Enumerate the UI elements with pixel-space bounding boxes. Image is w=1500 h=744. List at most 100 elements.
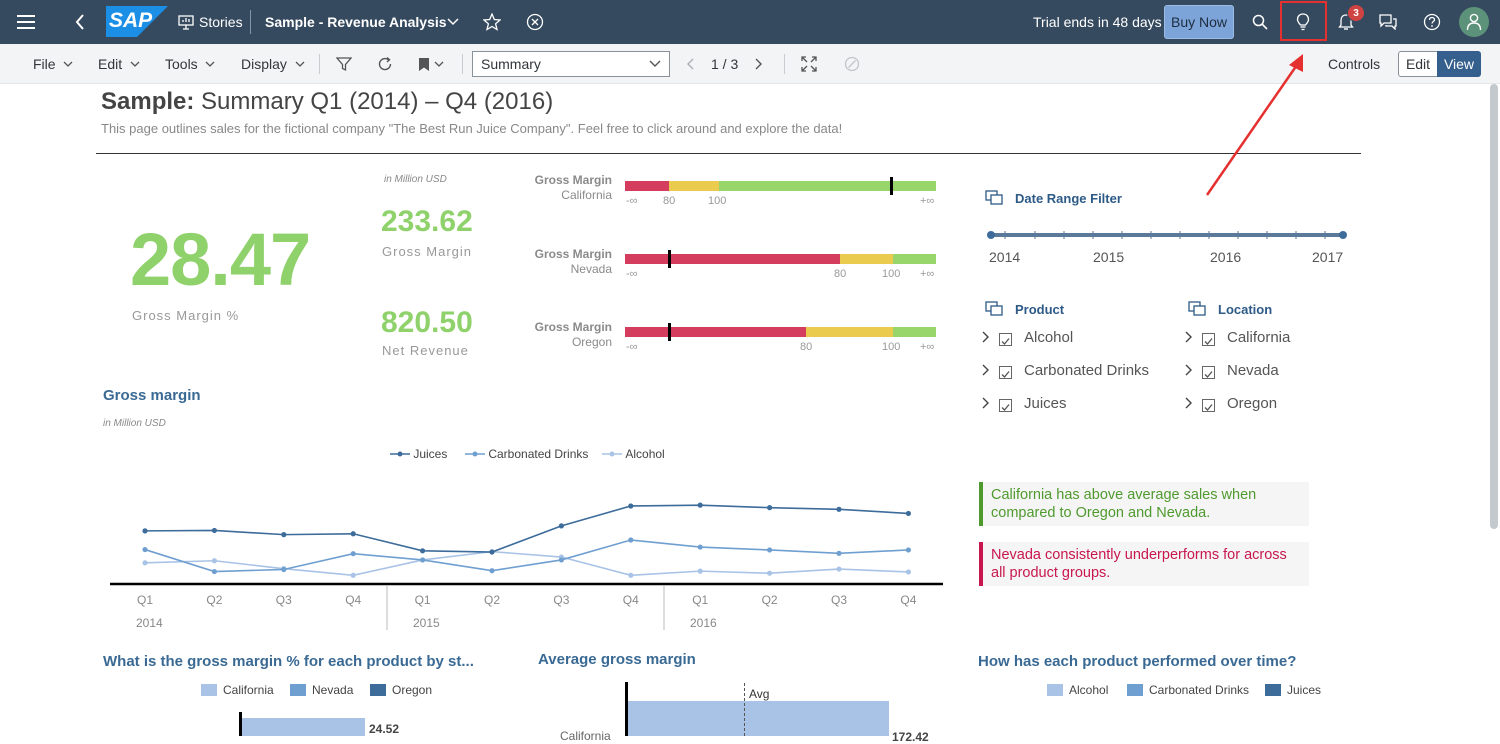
page-select[interactable]: Summary xyxy=(472,51,670,77)
data-point-alcohol[interactable] xyxy=(350,572,356,578)
legend-item-juices[interactable]: Juices xyxy=(390,447,447,461)
location-item[interactable]: California xyxy=(1227,329,1290,346)
date-range-slider[interactable] xyxy=(985,226,1350,246)
chevron-right-icon[interactable] xyxy=(981,331,991,343)
data-point-carbonated-drinks[interactable] xyxy=(211,568,217,575)
data-point-juices[interactable] xyxy=(628,503,634,509)
discussion-icon[interactable] xyxy=(1376,0,1400,44)
data-point-alcohol[interactable] xyxy=(697,568,703,574)
data-point-carbonated-drinks[interactable] xyxy=(836,550,842,556)
date-range-filter-title[interactable]: Date Range Filter xyxy=(1015,191,1122,206)
refresh-icon[interactable] xyxy=(377,44,393,84)
bullet-chart-oregon[interactable] xyxy=(625,323,937,341)
location-checkbox-oregon[interactable] xyxy=(1202,399,1215,412)
chart1-bar[interactable] xyxy=(242,718,365,736)
gross-margin-value[interactable]: 233.62 xyxy=(381,205,473,239)
bullet-chart-california[interactable] xyxy=(625,177,937,195)
data-point-juices[interactable] xyxy=(836,506,842,512)
product-item[interactable]: Alcohol xyxy=(1024,329,1073,346)
chevron-right-icon[interactable] xyxy=(1184,331,1194,343)
data-point-alcohol[interactable] xyxy=(905,569,912,575)
legend-item-alcohol[interactable]: Alcohol xyxy=(602,447,665,461)
chevron-right-icon[interactable] xyxy=(981,364,991,376)
location-checkbox-california[interactable] xyxy=(1202,333,1215,346)
vertical-scrollbar[interactable] xyxy=(1490,84,1498,529)
controls-button[interactable]: Controls xyxy=(1328,44,1380,84)
data-point-juices[interactable] xyxy=(281,532,287,538)
tools-menu[interactable]: Tools xyxy=(165,44,215,84)
close-circle-icon[interactable] xyxy=(523,0,547,44)
edit-mode-button[interactable]: Edit xyxy=(1398,51,1438,77)
bookmark-icon[interactable] xyxy=(418,44,444,84)
data-point-alcohol[interactable] xyxy=(836,566,842,572)
story-title[interactable]: Sample - Revenue Analysis xyxy=(265,0,447,44)
gross-margin-line-chart[interactable]: Q1 Q2 Q3 Q4 Q1 Q2 Q3 Q4 Q1 Q2 Q3 Q4 2014 2015 2016 xyxy=(100,470,950,640)
next-page-icon[interactable] xyxy=(755,44,763,84)
slider-handle-start[interactable] xyxy=(987,231,995,239)
chart2-bar[interactable] xyxy=(628,701,889,736)
product-filter-title[interactable]: Product xyxy=(1015,302,1064,317)
edit-menu[interactable]: Edit xyxy=(98,44,140,84)
legend-item-nevada[interactable]: Nevada xyxy=(290,683,353,697)
product-item[interactable]: Carbonated Drinks xyxy=(1024,362,1149,379)
chevron-right-icon[interactable] xyxy=(1184,364,1194,376)
buy-now-button[interactable]: Buy Now xyxy=(1164,5,1234,39)
series-line-juices[interactable] xyxy=(144,504,909,553)
help-icon[interactable] xyxy=(1420,0,1444,44)
data-point-carbonated-drinks[interactable] xyxy=(905,547,912,553)
data-point-alcohol[interactable] xyxy=(628,572,634,578)
bullet-chart-nevada[interactable] xyxy=(625,250,937,268)
user-avatar[interactable] xyxy=(1459,7,1489,37)
data-point-carbonated-drinks[interactable] xyxy=(350,551,356,557)
data-point-carbonated-drinks[interactable] xyxy=(767,547,773,553)
location-item[interactable]: Oregon xyxy=(1227,395,1277,412)
series-line-carbonated-drinks[interactable] xyxy=(144,539,909,573)
data-point-carbonated-drinks[interactable] xyxy=(628,537,634,543)
data-point-juices[interactable] xyxy=(489,549,495,555)
menu-icon[interactable] xyxy=(10,0,42,44)
data-point-juices[interactable] xyxy=(905,510,912,517)
stories-icon[interactable] xyxy=(176,0,196,44)
data-point-alcohol[interactable] xyxy=(142,560,148,566)
legend-item-california[interactable]: California xyxy=(201,683,274,697)
data-point-juices[interactable] xyxy=(767,505,773,511)
product-item[interactable]: Juices xyxy=(1024,395,1067,412)
series-line-alcohol[interactable] xyxy=(144,550,909,577)
chevron-down-icon[interactable] xyxy=(444,0,462,44)
location-filter-title[interactable]: Location xyxy=(1218,302,1272,317)
stories-link[interactable]: Stories xyxy=(199,0,243,44)
legend-item-alcohol[interactable]: Alcohol xyxy=(1047,683,1108,697)
legend-item-oregon[interactable]: Oregon xyxy=(370,683,432,697)
filter-icon[interactable] xyxy=(336,44,352,84)
data-point-carbonated-drinks[interactable] xyxy=(697,544,703,550)
data-point-carbonated-drinks[interactable] xyxy=(142,546,148,553)
data-point-alcohol[interactable] xyxy=(767,570,773,576)
slider-handle-end[interactable] xyxy=(1339,231,1347,239)
prev-page-icon[interactable] xyxy=(686,44,694,84)
data-point-carbonated-drinks[interactable] xyxy=(558,557,564,563)
data-point-juices[interactable] xyxy=(558,523,564,529)
data-point-juices[interactable] xyxy=(142,528,148,534)
data-point-juices[interactable] xyxy=(420,548,426,554)
data-point-alcohol[interactable] xyxy=(211,558,217,564)
product-checkbox-juices[interactable] xyxy=(999,399,1012,412)
data-point-carbonated-drinks[interactable] xyxy=(281,566,287,573)
view-mode-button[interactable]: View xyxy=(1437,51,1481,77)
search-icon[interactable] xyxy=(1248,0,1272,44)
location-item[interactable]: Nevada xyxy=(1227,362,1279,379)
legend-item-carbonated[interactable]: Carbonated Drinks xyxy=(1127,683,1249,697)
star-icon[interactable] xyxy=(480,0,504,44)
gross-margin-pct-value[interactable]: 28.47 xyxy=(130,217,311,302)
product-checkbox-carbonated[interactable] xyxy=(999,366,1012,379)
chevron-right-icon[interactable] xyxy=(1184,397,1194,409)
display-menu[interactable]: Display xyxy=(241,44,305,84)
back-icon[interactable] xyxy=(66,0,94,44)
data-point-carbonated-drinks[interactable] xyxy=(420,557,426,563)
legend-item-carbonated[interactable]: Carbonated Drinks xyxy=(465,447,588,461)
net-revenue-value[interactable]: 820.50 xyxy=(381,306,473,340)
location-checkbox-nevada[interactable] xyxy=(1202,366,1215,379)
data-point-juices[interactable] xyxy=(350,531,356,537)
data-point-juices[interactable] xyxy=(211,527,217,534)
fullscreen-icon[interactable] xyxy=(801,44,817,84)
data-point-juices[interactable] xyxy=(697,502,703,508)
